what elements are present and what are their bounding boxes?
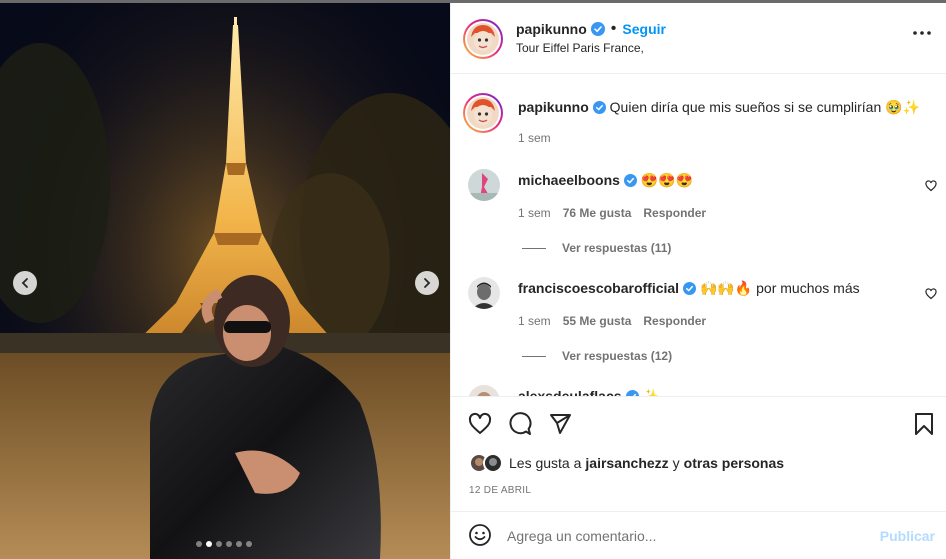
comment-text-row: alexsdeulaflacs ✨ xyxy=(518,387,908,396)
view-replies-button[interactable]: Ver respuestas (12) xyxy=(522,349,672,363)
next-photo-button[interactable] xyxy=(415,271,439,295)
comment-text: ✨ xyxy=(642,388,660,396)
caption-username[interactable]: papikunno xyxy=(518,99,589,115)
eiffel-tower-photo xyxy=(0,3,450,559)
view-replies-button[interactable]: Ver respuestas (11) xyxy=(522,241,671,255)
view-replies-label: Ver respuestas (11) xyxy=(562,241,672,255)
liker-username[interactable]: jairsanchezz xyxy=(585,455,668,471)
post-photo[interactable] xyxy=(0,3,450,559)
author-avatar[interactable] xyxy=(463,19,503,59)
comment-bubble-icon[interactable] xyxy=(508,412,532,436)
chevron-left-icon xyxy=(21,278,28,288)
carousel-dot xyxy=(226,541,232,547)
caption-time[interactable]: 1 sem xyxy=(518,131,551,145)
commenter-avatar[interactable] xyxy=(468,277,500,309)
likes-summary[interactable]: Les gusta a jairsanchezz y otras persona… xyxy=(469,453,784,473)
liker-avatar xyxy=(483,453,503,473)
previous-photo-button[interactable] xyxy=(13,271,37,295)
avatar-image xyxy=(467,97,499,129)
comment-text: 😍😍😍 xyxy=(640,172,694,188)
likes-connector: y xyxy=(672,455,680,471)
comments-list: papikunno Quien diría que mis sueños si … xyxy=(451,75,946,396)
avatar-image xyxy=(468,169,500,201)
caption-text-row: papikunno Quien diría que mis sueños si … xyxy=(518,98,928,116)
likes-prefix: Les gusta a xyxy=(509,455,582,471)
comment-likes-count[interactable]: 76 Me gusta xyxy=(563,206,632,220)
avatar-image xyxy=(467,23,499,55)
instagram-post-modal: papikunno • Seguir Tour Eiffel Paris Fra… xyxy=(0,0,946,559)
author-username[interactable]: papikunno xyxy=(516,21,587,37)
likes-others-link[interactable]: otras personas xyxy=(684,455,784,471)
carousel-dot xyxy=(236,541,242,547)
carousel-dot xyxy=(206,541,212,547)
view-replies-label: Ver respuestas (12) xyxy=(562,349,673,363)
comment-username[interactable]: michaeelboons xyxy=(518,172,620,188)
avatar-image xyxy=(468,277,500,309)
like-comment-heart-icon[interactable] xyxy=(925,180,937,192)
header-separator: • xyxy=(610,20,617,37)
caption-avatar[interactable] xyxy=(463,93,503,133)
comment-meta: 1 sem 55 Me gusta Responder xyxy=(518,314,706,328)
verified-badge-icon xyxy=(623,174,637,187)
verified-badge-icon xyxy=(592,101,606,114)
carousel-dot xyxy=(216,541,222,547)
carousel-dot xyxy=(246,541,252,547)
comment-text-row: michaeelboons 😍😍😍 xyxy=(518,171,908,189)
post-actions: Les gusta a jairsanchezz y otras persona… xyxy=(451,396,946,511)
share-send-icon[interactable] xyxy=(548,412,572,436)
post-details-panel: papikunno • Seguir Tour Eiffel Paris Fra… xyxy=(450,3,946,559)
chevron-right-icon xyxy=(424,278,431,288)
comment-text: 🙌🙌🔥 por muchos más xyxy=(699,280,860,296)
post-date[interactable]: 12 DE ABRIL xyxy=(469,485,531,496)
replies-divider xyxy=(522,355,546,357)
emoji-icon[interactable] xyxy=(468,523,492,547)
commenter-avatar[interactable] xyxy=(468,169,500,201)
post-location[interactable]: Tour Eiffel Paris France, xyxy=(516,41,644,55)
comment-time[interactable]: 1 sem xyxy=(518,206,551,220)
follow-button[interactable]: Seguir xyxy=(622,21,666,37)
comment-time[interactable]: 1 sem xyxy=(518,314,551,328)
comment-username[interactable]: franciscoescobarofficial xyxy=(518,280,679,296)
comment-input[interactable] xyxy=(507,524,867,548)
replies-divider xyxy=(522,247,546,249)
save-bookmark-icon[interactable] xyxy=(913,412,935,436)
carousel-dot xyxy=(196,541,202,547)
comment-likes-count[interactable]: 55 Me gusta xyxy=(563,314,632,328)
header-title-row: papikunno • Seguir xyxy=(516,20,666,38)
add-comment-bar: Publicar xyxy=(451,511,946,559)
more-horizontal-icon[interactable] xyxy=(913,31,931,35)
carousel-indicator xyxy=(196,541,252,547)
comment-text-row: franciscoescobarofficial 🙌🙌🔥 por muchos … xyxy=(518,279,908,297)
like-comment-heart-icon[interactable] xyxy=(925,288,937,300)
avatar-image xyxy=(485,455,501,471)
like-heart-icon[interactable] xyxy=(468,412,492,436)
caption-text: Quien diría que mis sueños si se cumplir… xyxy=(609,99,920,115)
caption-meta: 1 sem xyxy=(518,131,551,145)
commenter-avatar[interactable] xyxy=(468,385,500,396)
avatar-image xyxy=(468,385,500,396)
reply-button[interactable]: Responder xyxy=(643,206,706,220)
reply-button[interactable]: Responder xyxy=(643,314,706,328)
comment-meta: 1 sem 76 Me gusta Responder xyxy=(518,206,706,220)
comment-username[interactable]: alexsdeulaflacs xyxy=(518,388,622,396)
verified-badge-icon xyxy=(590,22,605,36)
publish-button[interactable]: Publicar xyxy=(880,528,935,544)
verified-badge-icon xyxy=(683,282,697,295)
post-header: papikunno • Seguir Tour Eiffel Paris Fra… xyxy=(451,3,946,74)
